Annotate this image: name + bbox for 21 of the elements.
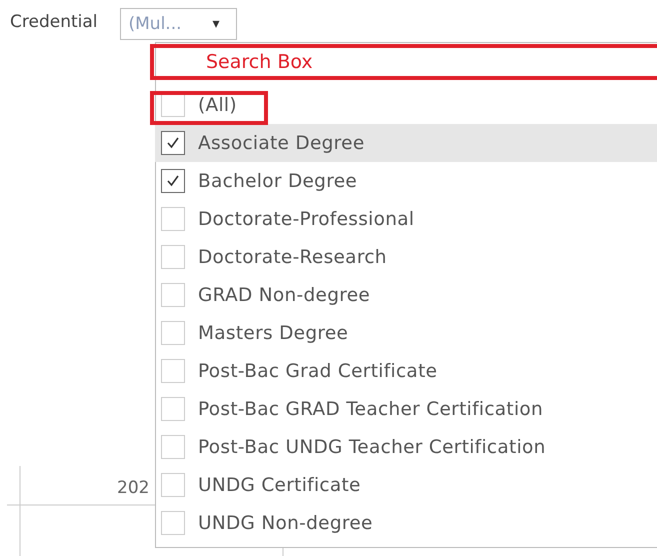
search-field[interactable]: Search Box [150,44,657,80]
check-icon [166,137,180,149]
option-row[interactable]: (All) [155,86,657,124]
filter-dropdown[interactable]: (Mul... ▾ [120,8,236,40]
check-icon [166,175,180,187]
option-row[interactable]: UNDG Non-degree [155,504,657,542]
axis-label: 202 [117,478,150,498]
filter-label: Credential [10,11,98,32]
option-row[interactable]: GRAD Non-degree [155,276,657,314]
option-row[interactable]: Post-Bac GRAD Teacher Certification [155,390,657,428]
option-row[interactable]: UNDG Certificate [155,466,657,504]
option-row[interactable]: Bachelor Degree [155,162,657,200]
option-row[interactable]: Post-Bac Grad Certificate [155,352,657,390]
option-row[interactable]: Associate Degree [155,124,657,162]
checkbox[interactable] [161,131,185,155]
option-row[interactable]: Doctorate-Professional [155,200,657,238]
option-row[interactable]: Post-Bac UNDG Teacher Certification [155,428,657,466]
option-row[interactable]: Masters Degree [155,314,657,352]
checkbox[interactable] [161,169,185,193]
option-row[interactable]: Doctorate-Research [155,238,657,276]
caret-icon: ▾ [212,16,228,32]
